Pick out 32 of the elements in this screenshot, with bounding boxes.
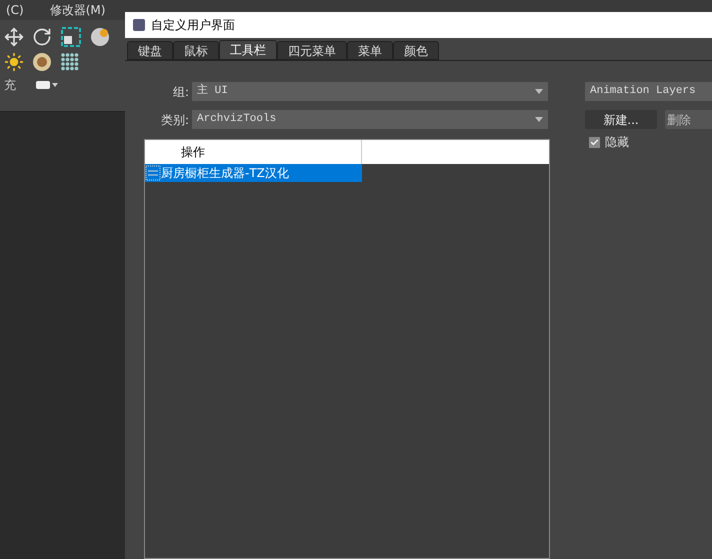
- sphere-icon[interactable]: [90, 27, 110, 47]
- list-row[interactable]: 厨房橱柜生成器-TZ汉化: [145, 164, 362, 182]
- caret-icon: [535, 117, 543, 122]
- panel-label: 充: [4, 77, 16, 94]
- tab[interactable]: 菜单: [347, 41, 393, 60]
- field-label: 类别:: [160, 112, 190, 128]
- group-dropdown[interactable]: 主 UI: [192, 82, 548, 101]
- tab[interactable]: 鼠标: [173, 41, 219, 60]
- rotate-icon[interactable]: [32, 27, 52, 47]
- dialog-button[interactable]: 新建...: [585, 110, 657, 129]
- tab[interactable]: 四元菜单: [277, 41, 347, 60]
- hidden-checkbox[interactable]: [589, 136, 600, 148]
- tab[interactable]: 键盘: [127, 41, 173, 60]
- sun-icon[interactable]: [4, 52, 24, 72]
- field-label: 组:: [172, 84, 190, 100]
- checkbox-label: 隐藏: [605, 134, 629, 151]
- grid-dots-icon[interactable]: [60, 52, 80, 72]
- tab[interactable]: 颜色: [393, 41, 439, 60]
- disc-icon[interactable]: [32, 52, 52, 72]
- caret-icon: [535, 89, 543, 94]
- dialog-button[interactable]: 删除: [665, 110, 712, 129]
- app-icon: [133, 19, 145, 31]
- category-dropdown[interactable]: ArchvizTools: [192, 110, 548, 129]
- dropdown-button[interactable]: [36, 80, 60, 90]
- menu-item[interactable]: 修改器(M): [50, 1, 106, 19]
- tab[interactable]: 工具栏: [219, 40, 277, 60]
- scale-icon[interactable]: [60, 26, 82, 48]
- menu-item[interactable]: (C): [6, 1, 24, 19]
- toolbar-dropdown[interactable]: Animation Layers: [585, 82, 712, 101]
- move-icon[interactable]: [4, 27, 24, 47]
- toolbar-item-icon: [145, 165, 161, 181]
- window-title: 自定义用户界面: [151, 17, 235, 34]
